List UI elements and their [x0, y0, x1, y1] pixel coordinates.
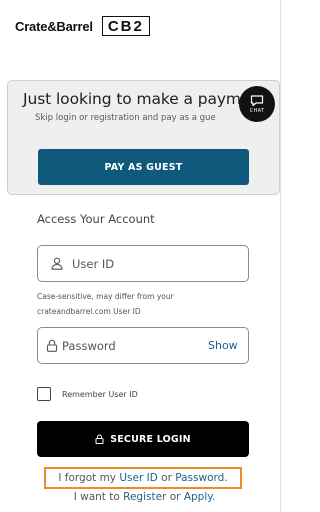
remember-user-id[interactable]: Remember User ID	[37, 387, 138, 401]
user-id-input[interactable]	[68, 246, 248, 281]
user-id-hint: Case-sensitive, may differ from your cra…	[37, 289, 252, 319]
register-prefix: I want to	[73, 491, 120, 503]
cb2-logo: CB2	[101, 16, 150, 36]
access-account-heading: Access Your Account	[37, 212, 155, 226]
secure-login-label: SECURE LOGIN	[110, 433, 191, 445]
password-field[interactable]: Show	[37, 327, 249, 364]
remember-user-id-label: Remember User ID	[62, 389, 138, 399]
user-id-hint-line1: Case-sensitive, may differ from your	[37, 292, 174, 301]
forgot-prefix: I forgot my	[58, 472, 117, 484]
pay-as-guest-button[interactable]: PAY AS GUEST	[38, 149, 249, 185]
forgot-credentials-line: I forgot my User ID or Password.	[44, 467, 242, 489]
crate-and-barrel-logo: Crate&Barrel	[15, 18, 93, 34]
payment-login-page: Crate&Barrel CB2 Just looking to make a …	[0, 0, 289, 512]
user-id-field[interactable]	[37, 245, 249, 282]
chat-label: CHAT	[249, 107, 265, 114]
register-link[interactable]: Register	[123, 491, 166, 503]
page-edge-divider	[280, 0, 281, 512]
brand-logo[interactable]: Crate&Barrel CB2	[15, 16, 150, 36]
guest-panel-title: Just looking to make a payme	[23, 90, 251, 108]
secure-login-button[interactable]: SECURE LOGIN	[37, 421, 249, 457]
person-icon	[38, 257, 68, 270]
guest-panel-subtitle: Skip login or registration and pay as a …	[35, 113, 216, 123]
show-password-toggle[interactable]: Show	[208, 339, 252, 352]
chat-bubble-icon	[250, 94, 264, 106]
remember-user-id-checkbox[interactable]	[37, 387, 51, 401]
apply-link[interactable]: Apply.	[184, 491, 216, 503]
lock-icon	[95, 434, 104, 444]
user-id-hint-line2: crateandbarrel.com User ID	[37, 307, 141, 316]
forgot-password-link[interactable]: Password.	[175, 472, 227, 484]
register-apply-line: I want to Register or Apply.	[0, 491, 289, 503]
password-input[interactable]	[58, 328, 208, 363]
lock-icon	[38, 339, 58, 352]
register-or: or	[169, 491, 181, 503]
forgot-or: or	[161, 472, 172, 484]
forgot-user-id-link[interactable]: User ID	[119, 472, 157, 484]
chat-button[interactable]: CHAT	[239, 86, 275, 122]
